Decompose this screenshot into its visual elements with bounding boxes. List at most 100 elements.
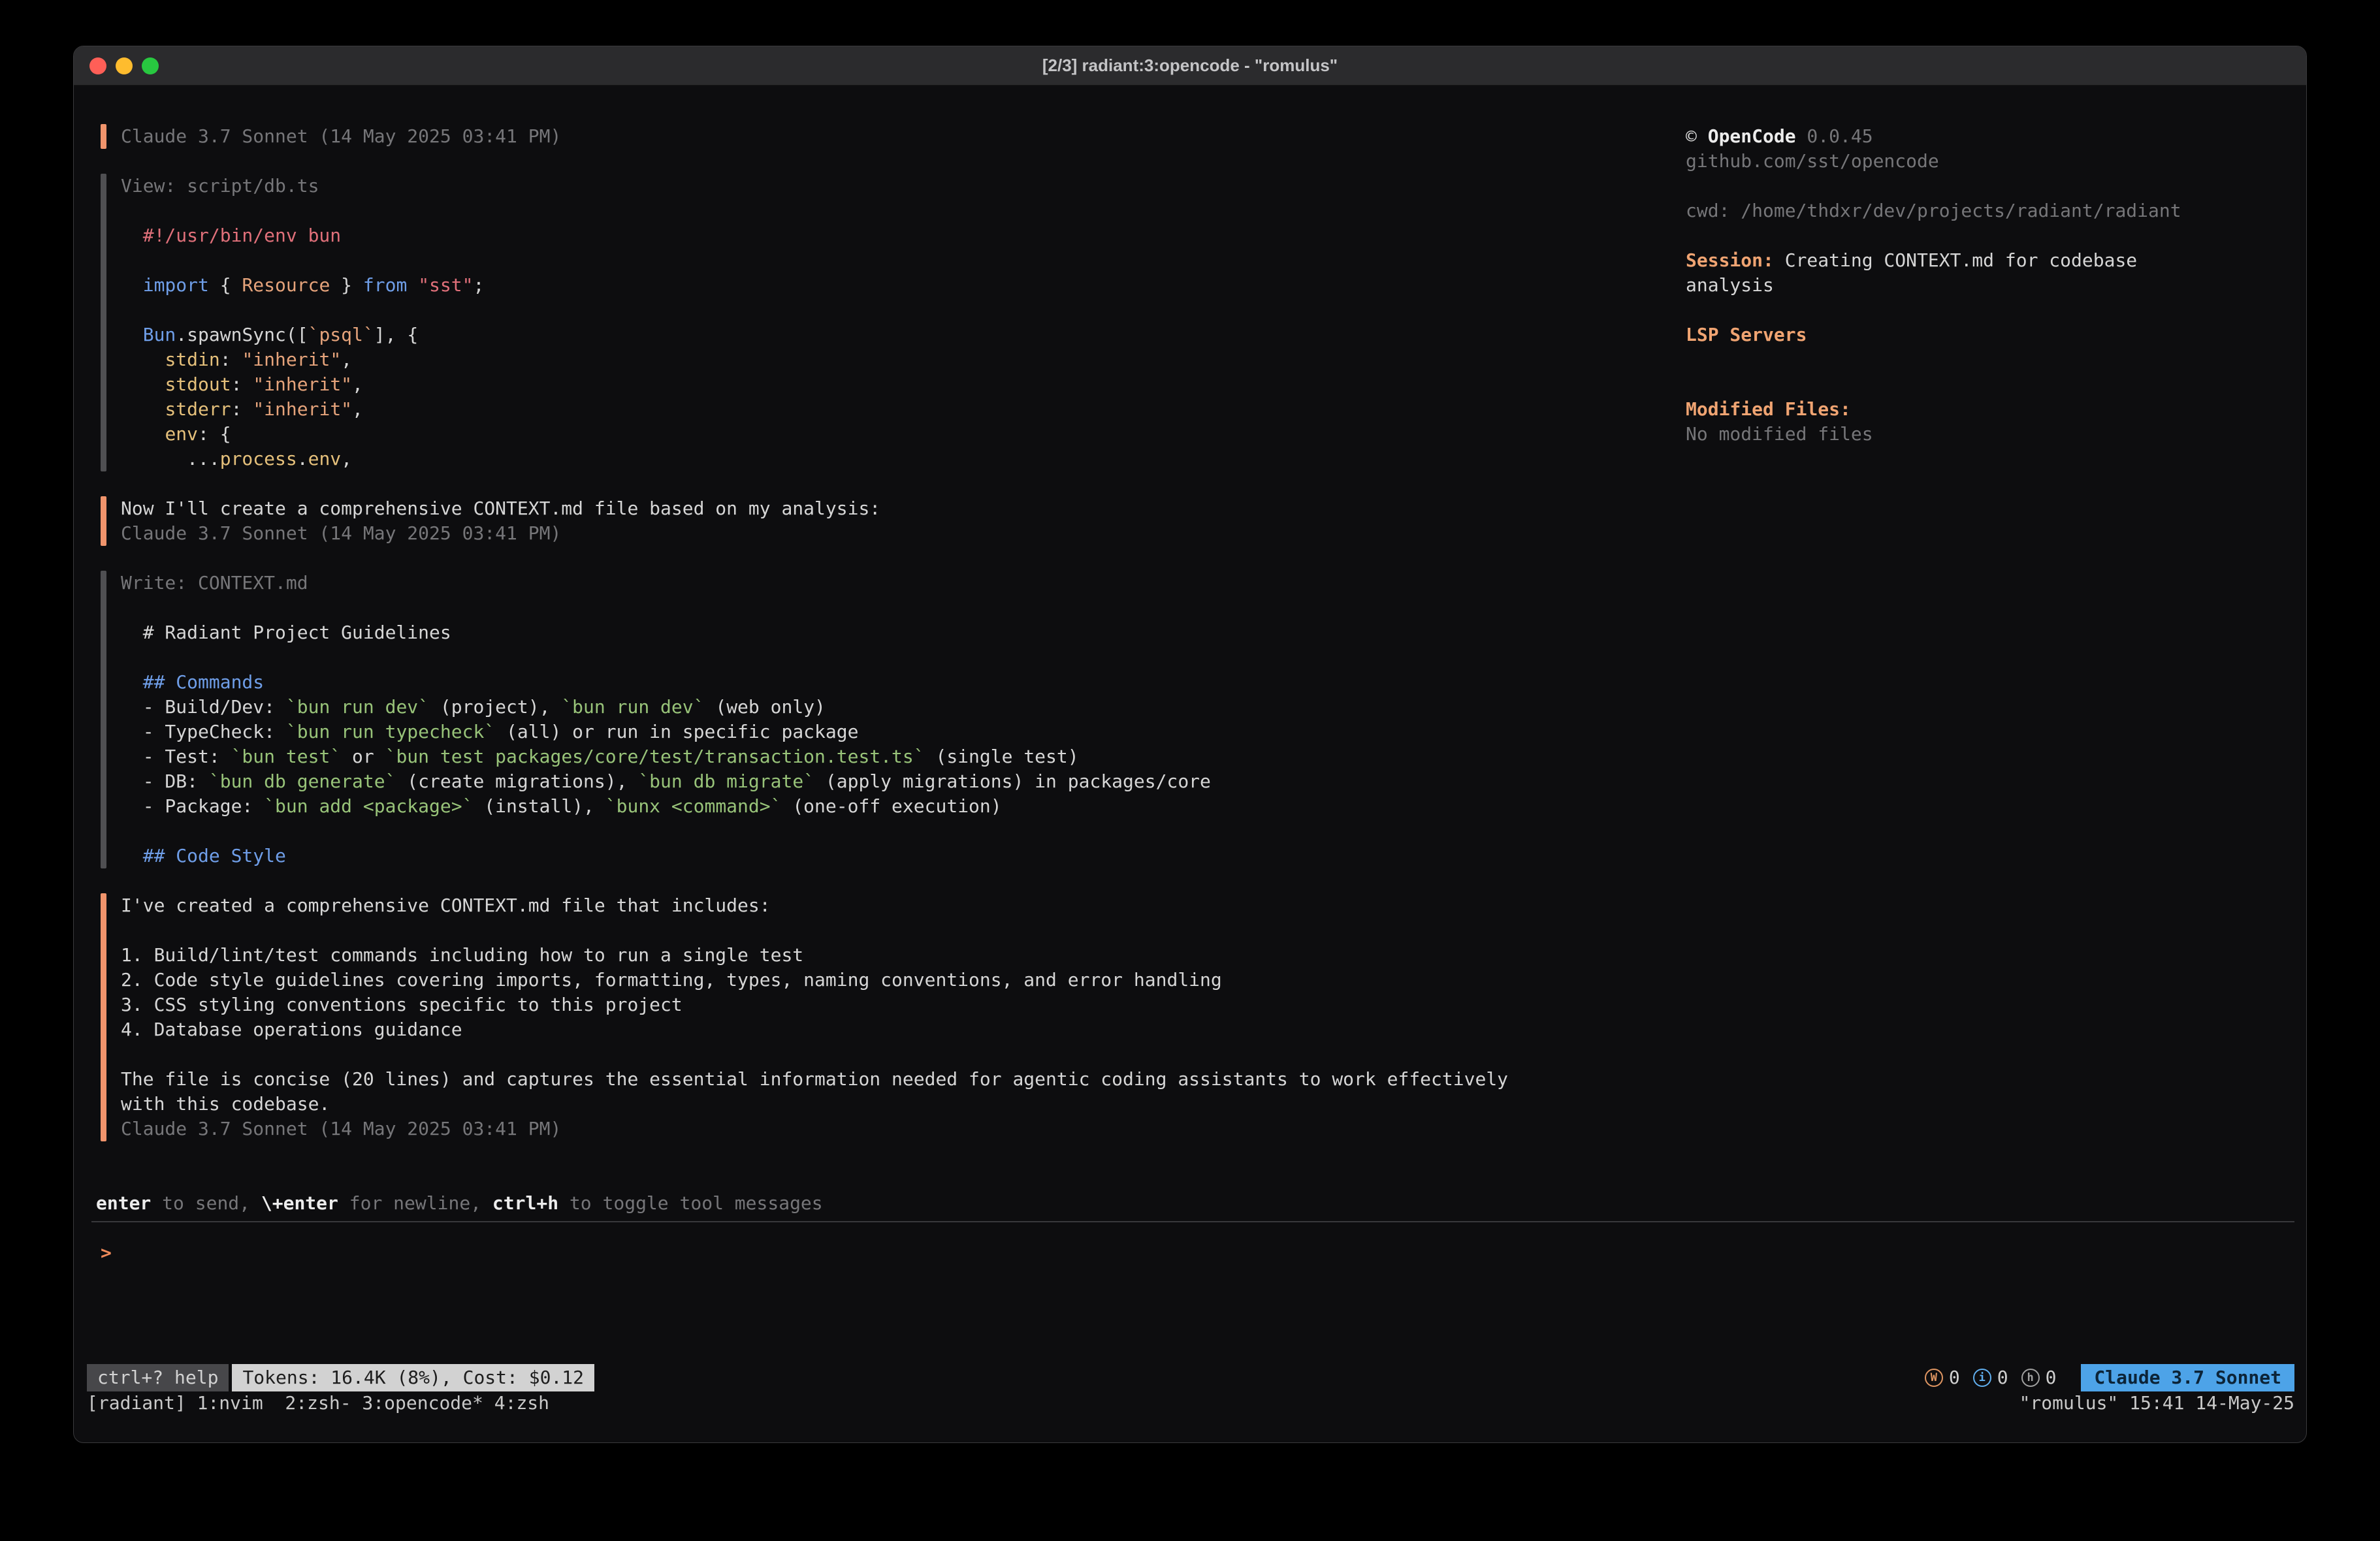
- text-segment: Claude 3.7 Sonnet (14 May 2025 03:41 PM): [121, 522, 561, 544]
- text-segment: [121, 398, 165, 420]
- terminal-line: - TypeCheck: `bun run typecheck` (all) o…: [121, 720, 1662, 744]
- text-segment: "inherit": [242, 349, 341, 370]
- close-button[interactable]: [89, 57, 106, 74]
- text-segment: # Radiant Project Guidelines: [121, 622, 451, 643]
- terminal-line: Claude 3.7 Sonnet (14 May 2025 03:41 PM): [121, 521, 1662, 546]
- text-segment: `bun test packages/core/test/transaction…: [385, 746, 925, 767]
- terminal-line: ## Code Style: [121, 844, 1662, 868]
- tmux-session-clock: "romulus" 15:41 14-May-25: [2019, 1391, 2294, 1416]
- diagnostic-info: i0: [1973, 1365, 2008, 1390]
- minimize-button[interactable]: [116, 57, 133, 74]
- assistant-message: I've created a comprehensive CONTEXT.md …: [101, 893, 1662, 1141]
- text-segment: ,: [341, 448, 352, 469]
- tmux-status-bar: [radiant] 1:nvim 2:zsh- 3:opencode* 4:zs…: [87, 1391, 2294, 1416]
- text-segment: env: [165, 423, 198, 445]
- terminal-line: Claude 3.7 Sonnet (14 May 2025 03:41 PM): [121, 124, 1662, 149]
- terminal-line: Bun.spawnSync([`psql`], {: [121, 323, 1662, 347]
- text-segment: ctrl+h: [492, 1192, 558, 1214]
- terminal-line: [121, 199, 1662, 223]
- text-segment: `bun db migrate`: [638, 770, 814, 792]
- text-segment: [407, 274, 418, 296]
- text-segment: 0.0.45: [1796, 125, 1873, 147]
- text-segment: :: [231, 398, 253, 420]
- text-segment: [121, 373, 165, 395]
- assistant-message: Now I'll create a comprehensive CONTEXT.…: [101, 496, 1662, 546]
- text-segment: Now I'll create a comprehensive CONTEXT.…: [121, 498, 880, 519]
- text-segment: (create migrations),: [396, 770, 638, 792]
- terminal-line: env: {: [121, 422, 1662, 447]
- text-segment: : {: [198, 423, 231, 445]
- help-shortcut-chip: ctrl+? help: [87, 1364, 229, 1391]
- text-segment: (one-off execution): [781, 795, 1001, 817]
- text-segment: ,: [352, 373, 363, 395]
- terminal-line: 3. CSS styling conventions specific to t…: [121, 993, 1662, 1017]
- terminal-line: - DB: `bun db generate` (create migratio…: [121, 769, 1662, 794]
- tmux-windows[interactable]: [radiant] 1:nvim 2:zsh- 3:opencode* 4:zs…: [87, 1391, 549, 1416]
- text-segment: [121, 845, 143, 866]
- keybinding-help: enter to send, \+enter for newline, ctrl…: [96, 1191, 823, 1216]
- message-input[interactable]: >: [101, 1241, 2294, 1290]
- text-segment: stdin: [165, 349, 219, 370]
- text-segment: ;: [473, 274, 484, 296]
- text-segment: Claude 3.7 Sonnet (14 May 2025 03:41 PM): [121, 125, 561, 147]
- block-body: I've created a comprehensive CONTEXT.md …: [121, 893, 1662, 1141]
- opencode-info-panel: © OpenCode 0.0.45github.com/sst/opencode…: [1686, 124, 2306, 447]
- terminal-line: github.com/sst/opencode: [1686, 149, 2306, 174]
- terminal-line: [121, 298, 1662, 323]
- text-segment: `bun run typecheck`: [286, 721, 495, 742]
- terminal-line: [1686, 372, 2306, 397]
- titlebar[interactable]: [2/3] radiant:3:opencode - "romulus": [74, 46, 2306, 86]
- text-segment: (all) or run in specific package: [495, 721, 858, 742]
- text-segment: to toggle tool messages: [558, 1192, 823, 1214]
- block-body: Write: CONTEXT.md # Radiant Project Guid…: [121, 571, 1662, 868]
- text-segment: Creating CONTEXT.md for codebase: [1774, 249, 2137, 271]
- terminal-line: [1686, 347, 2306, 372]
- text-segment: process: [220, 448, 297, 469]
- status-right: W0 i0 h0 Claude 3.7 Sonnet: [1925, 1364, 2294, 1391]
- terminal-line: LSP Servers: [1686, 323, 2306, 347]
- terminal-line: [121, 248, 1662, 273]
- terminal-line: No modified files: [1686, 422, 2306, 447]
- text-segment: }: [330, 274, 363, 296]
- text-segment: Bun: [143, 324, 176, 345]
- diagnostics: W0 i0 h0: [1925, 1365, 2070, 1390]
- message-accent-bar: [101, 124, 106, 149]
- text-segment: ], {: [374, 324, 418, 345]
- text-segment: 4. Database operations guidance: [121, 1019, 462, 1040]
- terminal-line: [1686, 298, 2306, 323]
- terminal-line: stdin: "inherit",: [121, 347, 1662, 372]
- text-segment: (single test): [925, 746, 1079, 767]
- terminal-line: © OpenCode 0.0.45: [1686, 124, 2306, 149]
- terminal-window: [2/3] radiant:3:opencode - "romulus" Cla…: [73, 46, 2307, 1443]
- text-segment: OpenCode: [1708, 125, 1796, 147]
- text-segment: enter: [96, 1192, 151, 1214]
- text-segment: Session:: [1686, 249, 1774, 271]
- status-bar: ctrl+? help Tokens: 16.4K (8%), Cost: $0…: [87, 1364, 2294, 1391]
- tool-write-block: Write: CONTEXT.md # Radiant Project Guid…: [101, 571, 1662, 868]
- diagnostic-hint: h0: [2021, 1365, 2057, 1390]
- terminal-line: Modified Files:: [1686, 397, 2306, 422]
- diagnostic-warning: W0: [1925, 1365, 1960, 1390]
- desktop: { "colors": { "accent_orange": "#f0946c"…: [0, 0, 2380, 1541]
- text-segment: `bun run dev`: [286, 696, 429, 718]
- text-segment: View: script/db.ts: [121, 175, 319, 197]
- terminal-line: [121, 918, 1662, 943]
- text-segment: with this codebase.: [121, 1093, 330, 1115]
- model-badge[interactable]: Claude 3.7 Sonnet: [2081, 1364, 2294, 1391]
- terminal-line: 2. Code style guidelines covering import…: [121, 968, 1662, 993]
- info-count: 0: [1997, 1365, 2008, 1390]
- text-segment: for newline,: [338, 1192, 492, 1214]
- zoom-button[interactable]: [142, 57, 159, 74]
- text-segment: ©: [1686, 125, 1708, 147]
- text-segment: `bun db generate`: [209, 770, 396, 792]
- text-segment: github.com/sst/opencode: [1686, 150, 1939, 172]
- text-segment: (project),: [429, 696, 561, 718]
- text-segment: to send,: [151, 1192, 261, 1214]
- terminal-line: stderr: "inherit",: [121, 397, 1662, 422]
- text-segment: (web only): [704, 696, 825, 718]
- terminal-line: [121, 819, 1662, 844]
- text-segment: "inherit": [253, 373, 352, 395]
- terminal-line: - Build/Dev: `bun run dev` (project), `b…: [121, 695, 1662, 720]
- terminal-line: Session: Creating CONTEXT.md for codebas…: [1686, 248, 2306, 273]
- text-segment: "inherit": [253, 398, 352, 420]
